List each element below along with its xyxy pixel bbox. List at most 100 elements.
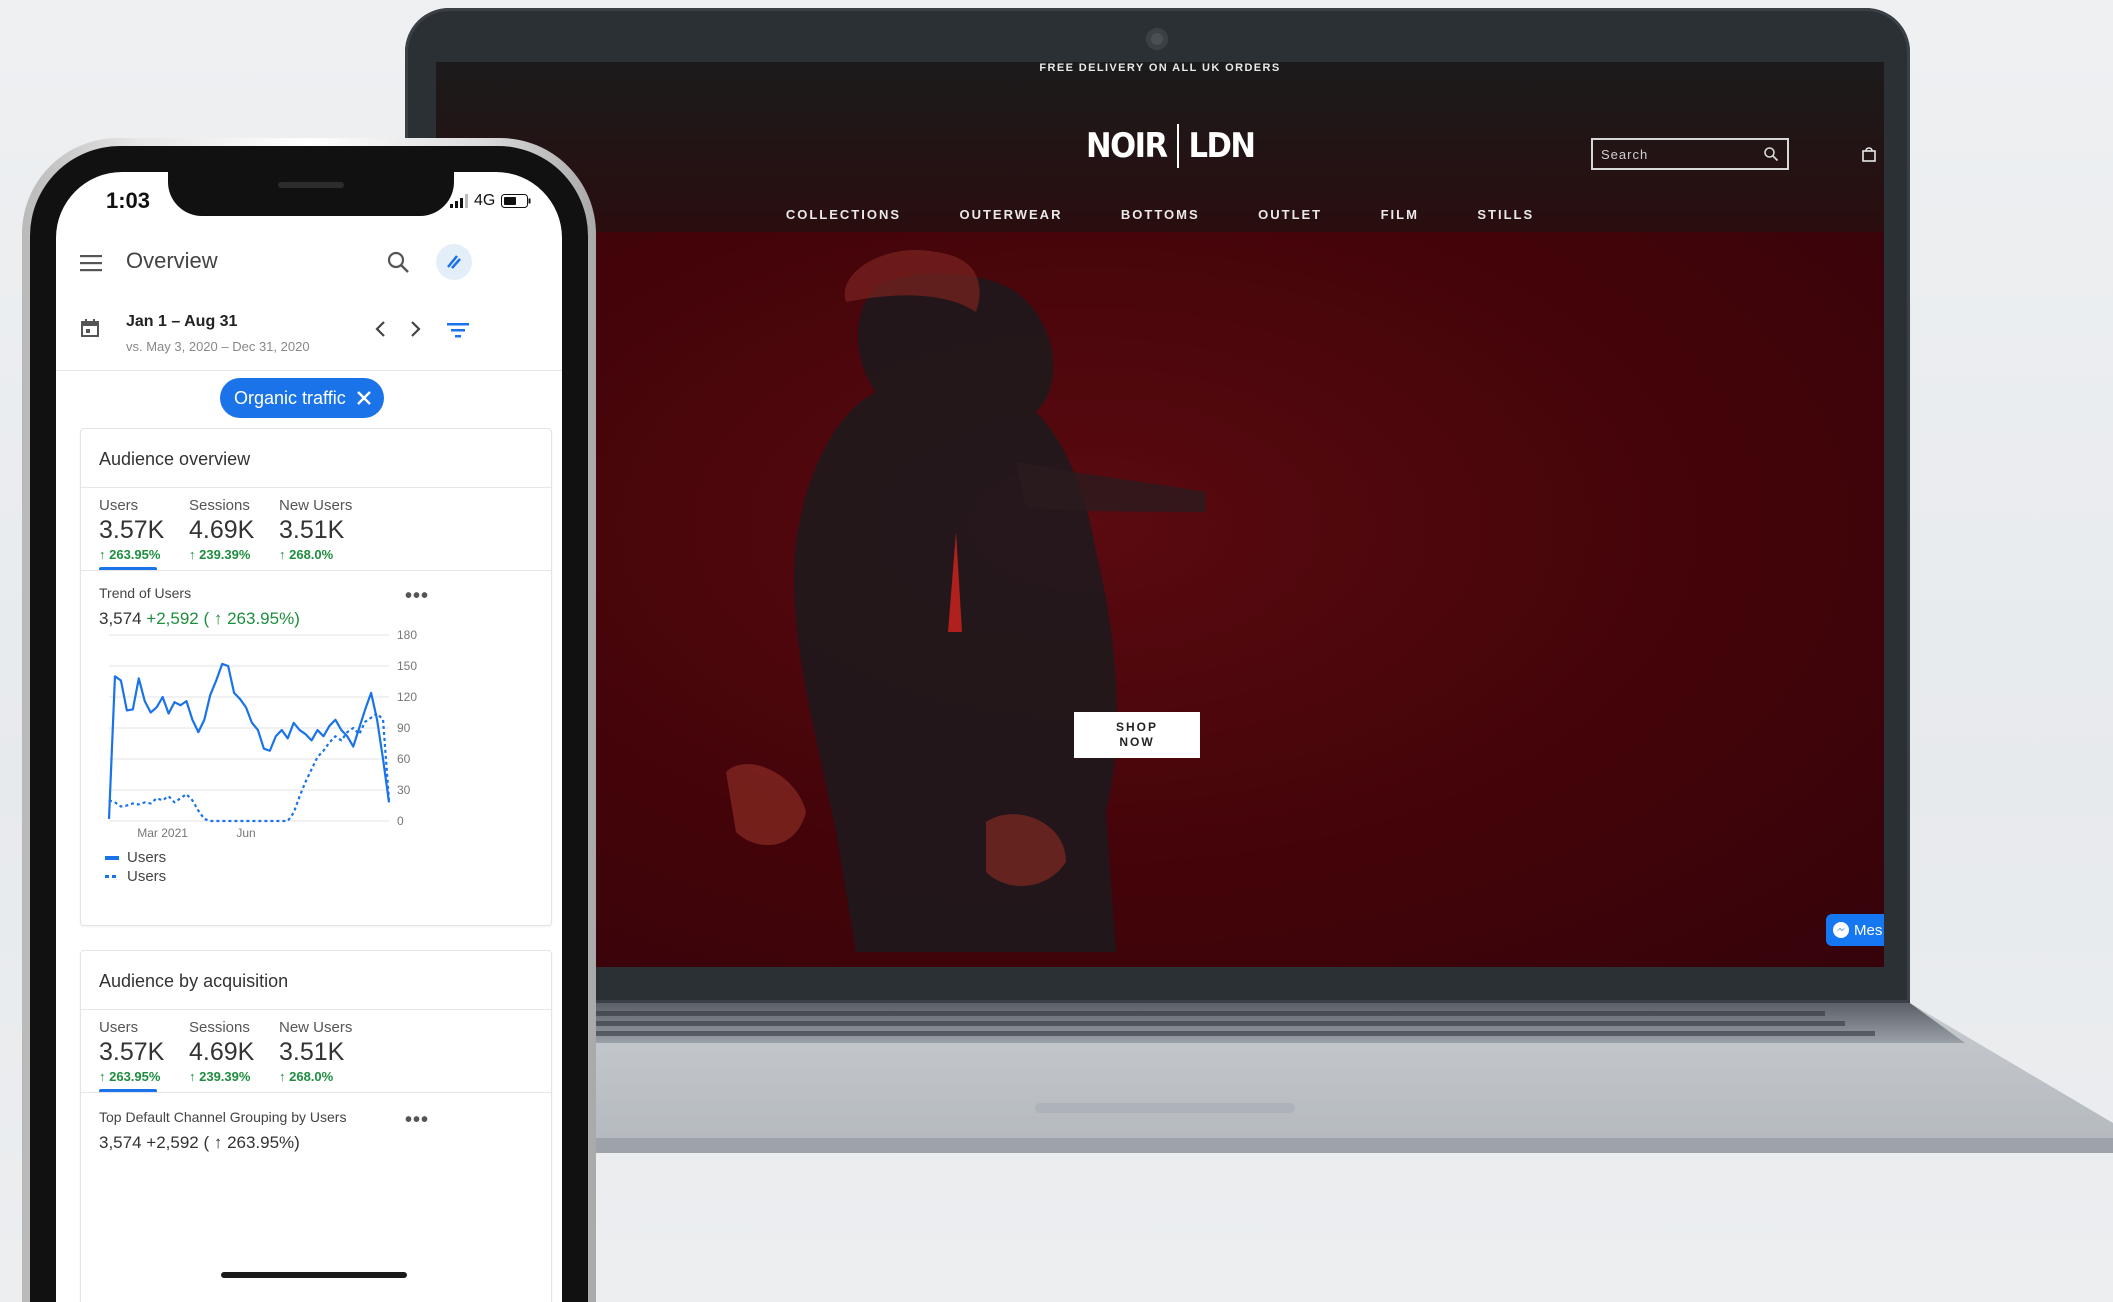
metric-value: 4.69K	[189, 516, 255, 544]
more-options-icon[interactable]: •••	[405, 1109, 429, 1132]
home-indicator[interactable]	[221, 1272, 407, 1278]
laptop-base	[405, 1003, 2113, 1153]
logo-right-text: LDN	[1188, 126, 1257, 166]
metric-label: New Users	[279, 1019, 353, 1036]
calendar-icon[interactable]	[80, 318, 100, 338]
legend-solid-swatch	[105, 855, 119, 860]
metric-value: 4.69K	[189, 1038, 255, 1066]
search-icon[interactable]	[1763, 146, 1779, 162]
shop-now-line2: NOW	[1119, 735, 1155, 749]
page-title: Overview	[126, 248, 218, 273]
trend-of-users-chart: 0 30 60 90 120 150 180 Mar 2021 Jun	[107, 628, 417, 840]
search-placeholder: Search	[1601, 146, 1649, 162]
messenger-icon	[1833, 922, 1849, 938]
y-tick-label: 0	[397, 814, 404, 828]
audience-acquisition-card: Audience by acquisition Users 3.57K ↑ 26…	[80, 950, 552, 1302]
phone-speaker	[278, 182, 344, 188]
metric-change: ↑ 268.0%	[279, 547, 334, 562]
search-icon[interactable]	[386, 250, 410, 274]
signal-icon	[450, 194, 468, 208]
metric-label: Users	[99, 1019, 139, 1036]
trend-title-text: Trend of Users	[99, 585, 192, 601]
card-divider	[81, 570, 551, 571]
shop-now-button[interactable]: SHOP NOW	[1074, 712, 1200, 758]
nav-item-bottoms[interactable]: BOTTOMS	[1121, 207, 1200, 222]
site-logo[interactable]: NOIR LDN	[1086, 122, 1257, 170]
nav-item-outerwear[interactable]: OUTERWEAR	[959, 207, 1062, 222]
phone-screen: 1:03 4G Overview Jan 1 – Aug 31 vs. May …	[56, 172, 562, 1302]
metric-change: ↑ 263.95%	[99, 547, 161, 562]
metric-change: ↑ 239.39%	[189, 1069, 251, 1084]
date-compare: vs. May 3, 2020 – Dec 31, 2020	[126, 339, 310, 354]
legend-dotted-swatch	[105, 874, 116, 878]
audience-acquisition-title: Audience by acquisition	[99, 971, 289, 991]
metric-value: 3.51K	[279, 1038, 345, 1066]
metric-label: Sessions	[189, 1019, 250, 1036]
metric-value: 3.57K	[99, 516, 165, 544]
phone-notch	[168, 172, 454, 216]
organic-traffic-chip[interactable]: Organic traffic	[220, 378, 384, 418]
nav-item-film[interactable]: FILM	[1381, 207, 1419, 222]
card-divider	[81, 487, 551, 488]
battery-icon	[501, 194, 531, 208]
metric-change: ↑ 263.95%	[99, 1069, 161, 1084]
chevron-right-icon[interactable]	[410, 320, 422, 338]
menu-icon[interactable]	[80, 254, 102, 272]
metric-label: Sessions	[189, 497, 250, 514]
legend-label: Users	[127, 868, 167, 885]
filter-icon[interactable]	[447, 322, 469, 338]
site-search-input[interactable]: Search	[1591, 138, 1789, 170]
messenger-label: Mes	[1854, 921, 1883, 939]
messenger-chat-button[interactable]: Mes	[1826, 914, 1884, 946]
metric-change: ↑ 239.39%	[189, 547, 251, 562]
audience-overview-card: Audience overview Users 3.57K ↑ 263.95% …	[80, 428, 552, 926]
site-main-nav: COLLECTIONS OUTERWEAR BOTTOMS OUTLET FIL…	[436, 206, 1884, 224]
chip-label: Organic traffic	[234, 387, 346, 408]
laptop-camera	[1146, 28, 1168, 50]
metric-sessions[interactable]: Sessions 4.69K ↑ 239.39%	[189, 497, 254, 562]
trend-title: Trend of Users	[99, 585, 191, 603]
audience-overview-title: Audience overview	[99, 449, 251, 469]
hero-figure-image	[726, 250, 1206, 952]
announcement-bar: FREE DELIVERY ON ALL UK ORDERS	[1039, 62, 1281, 74]
date-divider	[56, 370, 562, 371]
nav-item-outlet[interactable]: OUTLET	[1258, 207, 1322, 222]
close-icon[interactable]	[356, 390, 372, 406]
card-divider	[81, 1092, 551, 1093]
shop-now-line1: SHOP	[1115, 720, 1158, 734]
account-logo-icon	[447, 255, 461, 269]
chevron-left-icon[interactable]	[374, 320, 386, 338]
date-range[interactable]: Jan 1 – Aug 31	[126, 313, 237, 331]
logo-left-text: NOIR	[1086, 126, 1168, 166]
metric-value: 3.51K	[279, 516, 345, 544]
chart-legend: Users Users	[105, 849, 166, 885]
metric-users[interactable]: Users 3.57K ↑ 263.95%	[99, 497, 164, 562]
metric-change: ↑ 268.0%	[279, 1069, 334, 1084]
card-divider	[81, 1009, 551, 1010]
network-label: 4G	[474, 192, 496, 209]
users-line-previous	[108, 712, 391, 823]
users-line-current	[107, 662, 391, 819]
logo-divider	[1176, 124, 1179, 168]
metric-label: New Users	[279, 497, 353, 514]
metric-users[interactable]: Users 3.57K ↑ 263.95%	[99, 1019, 164, 1084]
account-avatar[interactable]	[436, 244, 472, 280]
cart-icon[interactable]	[1861, 146, 1877, 162]
legend-item: Users	[105, 849, 166, 866]
metric-value: 3.57K	[99, 1038, 165, 1066]
y-tick-label: 60	[397, 752, 411, 766]
x-tick-label: Jun	[236, 826, 255, 840]
y-tick-label: 120	[397, 690, 417, 704]
laptop-screen: FREE DELIVERY ON ALL UK ORDERS NOIR LDN …	[436, 62, 1884, 967]
nav-item-collections[interactable]: COLLECTIONS	[786, 207, 901, 222]
channel-grouping-title: Top Default Channel Grouping by Users	[99, 1109, 347, 1125]
metric-new-users[interactable]: New Users 3.51K ↑ 268.0%	[279, 497, 352, 562]
y-tick-label: 90	[397, 721, 411, 735]
metric-sessions[interactable]: Sessions 4.69K ↑ 239.39%	[189, 1019, 254, 1084]
metric-new-users[interactable]: New Users 3.51K ↑ 268.0%	[279, 1019, 352, 1084]
channel-grouping-value: 3,574 +2,592 ( ↑ 263.95%)	[99, 1133, 300, 1152]
y-tick-label: 30	[397, 783, 411, 797]
y-tick-label: 180	[397, 628, 417, 642]
more-options-icon[interactable]: •••	[405, 585, 429, 608]
nav-item-stills[interactable]: STILLS	[1477, 207, 1534, 222]
